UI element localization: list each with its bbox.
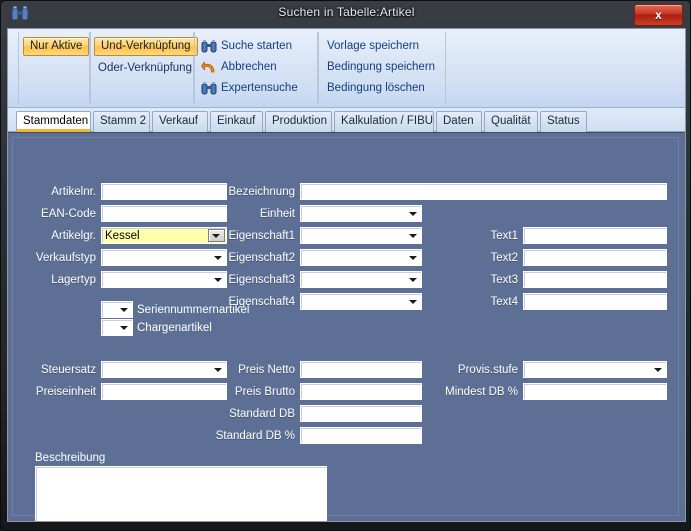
eigenschaft4-combobox[interactable] <box>300 293 422 310</box>
ribbon-group-vorlage: Vorlage speichern Bedingung speichern Be… <box>318 32 446 104</box>
ribbon-group-filter: Nur Aktive <box>18 32 90 104</box>
label-ean-code: EAN-Code <box>41 208 96 220</box>
tab-verkauf[interactable]: Verkauf <box>152 111 208 132</box>
suche-starten-link[interactable]: Suche starten <box>221 40 292 52</box>
preis-brutto-input[interactable] <box>300 383 422 400</box>
beschreibung-textarea[interactable] <box>35 466 327 521</box>
eigenschaft2-combobox[interactable] <box>300 249 422 266</box>
standard-db-prozent-input[interactable] <box>300 427 422 444</box>
chevron-down-icon <box>120 308 128 312</box>
label-einheit: Einheit <box>259 208 295 220</box>
label-chargenartikel: Chargenartikel <box>137 322 212 334</box>
tab-produktion[interactable]: Produktion <box>265 111 332 132</box>
tab-qualitaet[interactable]: Qualität <box>484 111 538 132</box>
label-text1: Text1 <box>490 230 519 242</box>
ribbon-group-verknuepfung: Und-Verknüpfung Oder-Verknüpfung <box>90 32 198 104</box>
close-button[interactable]: x <box>634 4 683 26</box>
chargenartikel-combobox[interactable] <box>101 319 133 336</box>
label-eigenschaft2: Eigenschaft2 <box>228 252 296 264</box>
provis-stufe-combobox[interactable] <box>523 361 667 378</box>
tab-stammdaten[interactable]: Stammdaten <box>16 111 91 132</box>
preis-netto-input[interactable] <box>300 361 422 378</box>
label-verkaufstyp: Verkaufstyp <box>35 252 96 264</box>
chevron-down-icon <box>409 256 417 260</box>
chevron-down-icon <box>120 326 128 330</box>
binoculars-icon <box>201 39 217 55</box>
label-eigenschaft3: Eigenschaft3 <box>228 274 296 286</box>
eigenschaft3-combobox[interactable] <box>300 271 422 288</box>
chevron-down-icon <box>409 300 417 304</box>
chevron-down-icon <box>409 212 417 216</box>
title-bar: Suchen in Tabelle:Artikel x <box>1 1 691 28</box>
seriennummernartikel-combobox[interactable] <box>101 301 133 318</box>
binoculars-icon <box>201 81 217 97</box>
window-title: Suchen in Tabelle:Artikel <box>278 5 415 19</box>
bezeichnung-input[interactable] <box>300 183 667 200</box>
oder-verknuepfung-link[interactable]: Oder-Verknüpfung <box>98 62 192 74</box>
label-eigenschaft4: Eigenschaft4 <box>228 296 296 308</box>
label-preis-netto: Preis Netto <box>238 364 295 376</box>
nur-aktive-toggle[interactable]: Nur Aktive <box>23 37 90 56</box>
tab-stamm-2[interactable]: Stamm 2 <box>93 111 150 132</box>
chevron-down-icon <box>409 234 417 238</box>
vorlage-speichern-link[interactable]: Vorlage speichern <box>327 40 419 52</box>
ribbon-group-suche: Suche starten Abbrechen Expertensuche <box>194 32 318 104</box>
tab-bar: Stammdaten Stamm 2 Verkauf Einkauf Produ… <box>8 108 685 132</box>
chevron-down-icon <box>409 278 417 282</box>
label-artikelgr: Artikelgr. <box>51 230 96 242</box>
eigenschaft1-combobox[interactable] <box>300 227 422 244</box>
abbrechen-link[interactable]: Abbrechen <box>221 61 277 73</box>
expertensuche-link[interactable]: Expertensuche <box>221 82 298 94</box>
text3-input[interactable] <box>523 271 667 288</box>
label-steuersatz: Steuersatz <box>41 364 96 376</box>
und-verknuepfung-toggle[interactable]: Und-Verknüpfung <box>94 37 198 56</box>
label-standard-db: Standard DB <box>229 408 295 420</box>
chevron-down-icon <box>654 368 662 372</box>
label-text3: Text3 <box>490 274 519 286</box>
standard-db-input[interactable] <box>300 405 422 422</box>
text1-input[interactable] <box>523 227 667 244</box>
label-standard-db-prozent: Standard DB % <box>215 430 295 442</box>
text4-input[interactable] <box>523 293 667 310</box>
label-text2: Text2 <box>490 252 519 264</box>
ribbon-toolbar: Nur Aktive Und-Verknüpfung Oder-Verknüpf… <box>8 29 685 108</box>
label-beschreibung: Beschreibung <box>35 452 106 464</box>
label-provis-stufe: Provis.stufe <box>457 364 518 376</box>
label-eigenschaft1: Eigenschaft1 <box>228 230 296 242</box>
form-panel-inner: Artikelnr. EAN-Code Artikelgr. Kessel Ve… <box>12 137 679 521</box>
label-bezeichnung: Bezeichnung <box>228 186 296 198</box>
search-dialog-window: Suchen in Tabelle:Artikel x Nur Aktive U… <box>0 0 691 531</box>
label-text4: Text4 <box>490 296 519 308</box>
label-mindest-db-prozent: Mindest DB % <box>445 386 518 398</box>
einheit-combobox[interactable] <box>300 205 422 222</box>
artikelgr-value: Kessel <box>105 230 140 242</box>
bedingung-speichern-link[interactable]: Bedingung speichern <box>327 61 435 73</box>
label-preis-brutto: Preis Brutto <box>234 386 295 398</box>
label-preiseinheit: Preiseinheit <box>35 386 96 398</box>
text2-input[interactable] <box>523 249 667 266</box>
label-artikelnr: Artikelnr. <box>51 186 96 198</box>
tab-daten[interactable]: Daten <box>436 111 482 132</box>
client-area: Nur Aktive Und-Verknüpfung Oder-Verknüpf… <box>7 28 686 522</box>
tab-kalkulation-fibu[interactable]: Kalkulation / FIBU <box>334 111 434 132</box>
label-lagertyp: Lagertyp <box>51 274 96 286</box>
tab-status[interactable]: Status <box>540 111 587 132</box>
tab-einkauf[interactable]: Einkauf <box>210 111 263 132</box>
mindest-db-prozent-input[interactable] <box>523 383 667 400</box>
undo-arrow-icon <box>201 60 217 76</box>
bedingung-loeschen-link[interactable]: Bedingung löschen <box>327 82 425 94</box>
form-panel: Artikelnr. EAN-Code Artikelgr. Kessel Ve… <box>8 132 685 521</box>
